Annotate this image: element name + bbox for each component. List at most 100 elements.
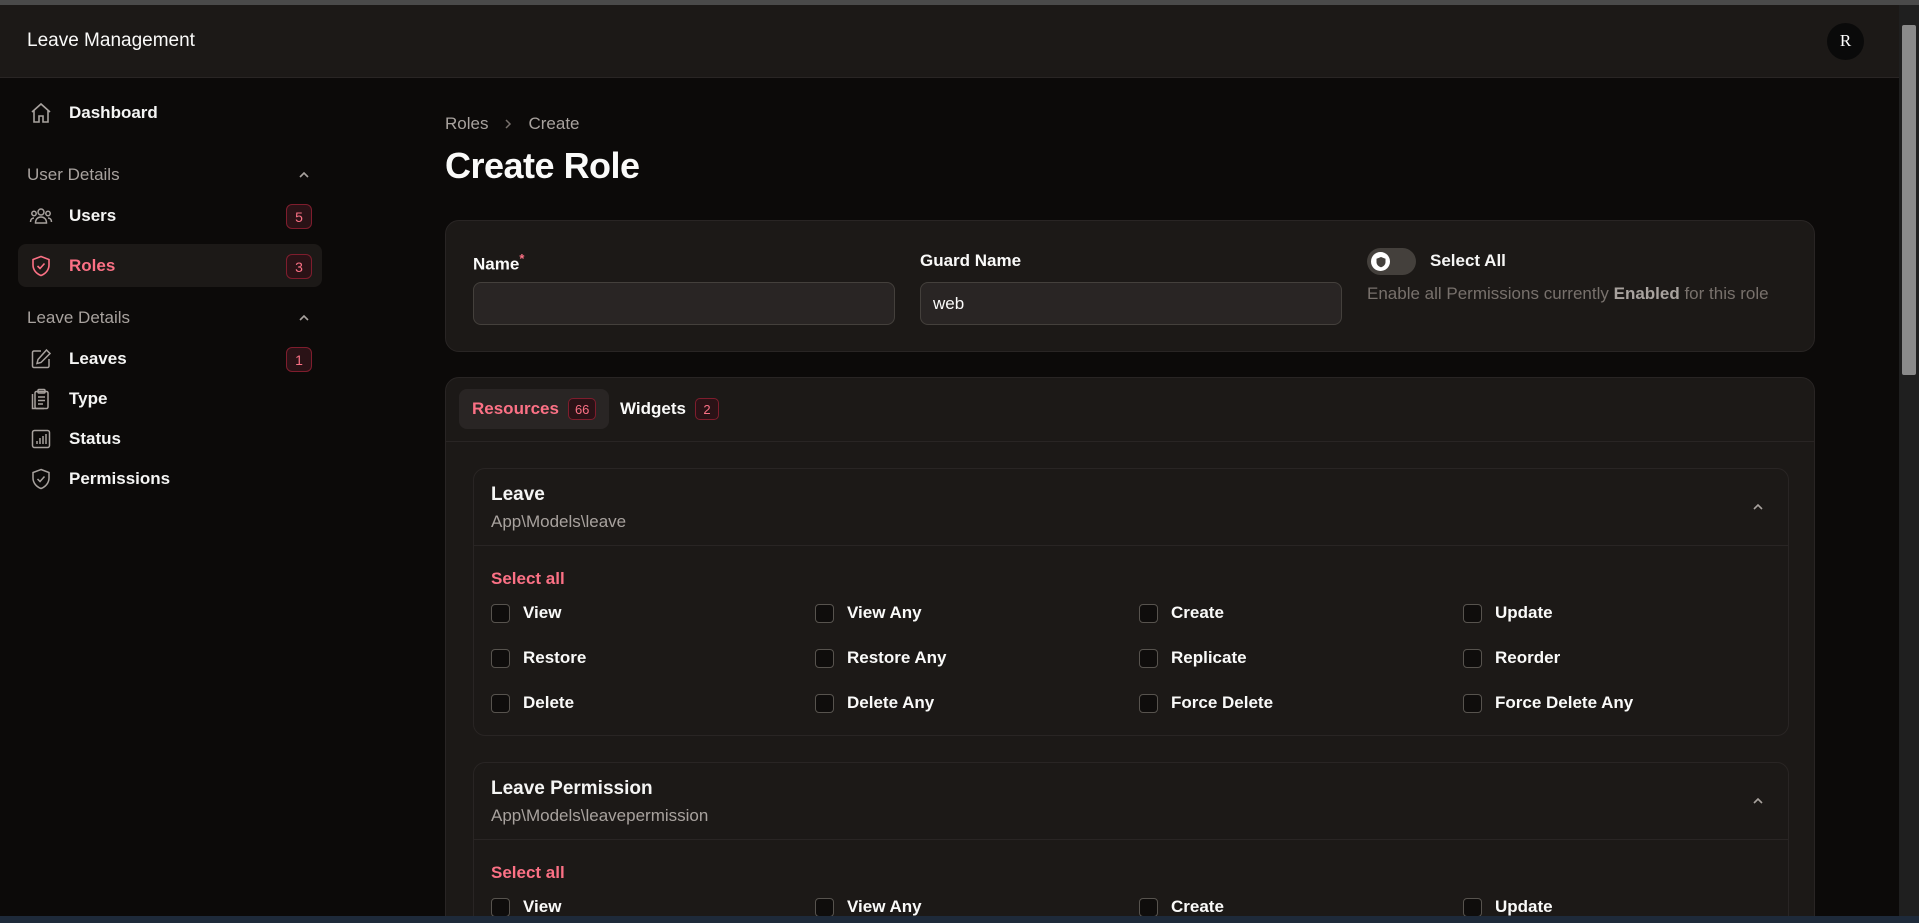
checkbox[interactable]	[1139, 648, 1158, 668]
checkbox[interactable]	[1139, 603, 1158, 623]
section-model-path: App\Models\leave	[491, 512, 627, 531]
guard-name-label: Guard Name	[920, 251, 1022, 270]
page-scrollbar[interactable]	[1899, 5, 1919, 918]
permission-label: Create	[1171, 603, 1224, 622]
app-title[interactable]: Leave Management	[27, 30, 195, 52]
sidebar-item-status[interactable]: Status	[18, 417, 322, 460]
permission-label: Reorder	[1495, 648, 1561, 667]
sidebar: Dashboard User Details Users 5 Roles 3 L…	[0, 79, 340, 916]
sidebar-item-label: Status	[69, 428, 121, 448]
count-badge: 5	[286, 204, 312, 229]
name-field-label: Name*	[473, 251, 524, 275]
sidebar-group-label: User Details	[27, 165, 120, 184]
home-icon	[28, 100, 54, 126]
permission-checkbox[interactable]: Restore	[491, 648, 586, 668]
checkbox[interactable]	[491, 603, 510, 623]
permission-checkbox[interactable]: Delete Any	[815, 693, 934, 713]
select-all-label: Select All	[1430, 251, 1506, 270]
select-all-link[interactable]: Select all	[491, 863, 565, 883]
tab-count-badge: 66	[567, 398, 597, 420]
resource-section-leave-permission: Leave Permission App\Models\leavepermiss…	[473, 762, 1789, 923]
chevron-up-icon[interactable]	[1750, 499, 1766, 515]
clipboard-icon	[28, 386, 54, 412]
tab-resources[interactable]: Resources 66	[459, 389, 610, 429]
sidebar-item-users[interactable]: Users 5	[18, 194, 322, 237]
chart-bar-icon	[28, 426, 54, 452]
checkbox[interactable]	[815, 897, 834, 917]
help-text-prefix: Enable all Permissions currently	[1367, 284, 1614, 303]
checkbox[interactable]	[491, 648, 510, 668]
breadcrumb-roles-link[interactable]: Roles	[445, 114, 488, 134]
checkbox[interactable]	[815, 693, 834, 713]
permission-checkbox[interactable]: Create	[1139, 603, 1224, 623]
toggle-knob	[1371, 252, 1390, 271]
tabs-bar: Resources 66 Widgets 2	[446, 378, 1814, 442]
role-details-card: Name* Guard Name Select All Enable all P…	[445, 220, 1815, 352]
count-badge: 1	[286, 347, 312, 372]
chevron-up-icon[interactable]	[1750, 793, 1766, 809]
tab-label: Widgets	[620, 399, 686, 418]
permission-checkbox[interactable]: View Any	[815, 897, 922, 917]
users-icon	[28, 203, 54, 229]
permission-checkbox[interactable]: Create	[1139, 897, 1224, 917]
checkbox[interactable]	[491, 897, 510, 917]
permission-checkbox[interactable]: Reorder	[1463, 648, 1560, 668]
permission-checkbox[interactable]: Update	[1463, 603, 1553, 623]
permission-checkbox[interactable]: Update	[1463, 897, 1553, 917]
permission-checkbox[interactable]: Replicate	[1139, 648, 1247, 668]
section-header[interactable]: Leave Permission App\Models\leavepermiss…	[474, 763, 1788, 840]
checkbox[interactable]	[815, 648, 834, 668]
permission-label: View	[523, 603, 562, 622]
permission-checkbox[interactable]: Force Delete	[1139, 693, 1273, 713]
select-all-link[interactable]: Select all	[491, 569, 565, 589]
sidebar-item-leaves[interactable]: Leaves 1	[18, 337, 322, 380]
checkbox[interactable]	[1463, 648, 1482, 668]
sidebar-item-type[interactable]: Type	[18, 377, 322, 420]
checkbox[interactable]	[1139, 897, 1158, 917]
tab-count-badge: 2	[694, 398, 719, 420]
avatar[interactable]: R	[1827, 22, 1864, 60]
sidebar-item-dashboard[interactable]: Dashboard	[18, 91, 322, 134]
sidebar-item-label: Type	[69, 388, 108, 408]
checkbox[interactable]	[1463, 693, 1482, 713]
permission-checkbox[interactable]: Force Delete Any	[1463, 693, 1633, 713]
permission-label: Restore Any	[847, 648, 947, 667]
checkbox[interactable]	[1463, 603, 1482, 623]
sidebar-item-label: Permissions	[69, 468, 171, 488]
breadcrumb-current: Create	[528, 114, 580, 133]
sidebar-group-leave-details[interactable]: Leave Details	[27, 308, 312, 328]
permission-label: Force Delete Any	[1495, 693, 1634, 712]
tab-label: Resources	[472, 399, 559, 418]
permission-checkbox[interactable]: Delete	[491, 693, 574, 713]
permission-label: Delete Any	[847, 693, 935, 712]
permission-checkbox[interactable]: View	[491, 897, 561, 917]
permission-checkbox[interactable]: Restore Any	[815, 648, 947, 668]
taskbar-strip	[0, 916, 1919, 923]
permission-label: View Any	[847, 897, 922, 916]
name-input[interactable]	[473, 282, 895, 325]
section-model-path: App\Models\leavepermission	[491, 806, 709, 825]
guard-name-input[interactable]	[920, 282, 1342, 325]
scrollbar-thumb[interactable]	[1902, 25, 1916, 375]
sidebar-item-label: Dashboard	[69, 102, 158, 122]
select-all-toggle[interactable]	[1367, 248, 1416, 275]
count-badge: 3	[286, 254, 312, 279]
checkbox[interactable]	[1139, 693, 1158, 713]
sidebar-group-user-details[interactable]: User Details	[27, 165, 312, 185]
permission-checkbox[interactable]: View	[491, 603, 561, 623]
name-label-text: Name	[473, 254, 520, 274]
sidebar-group-label: Leave Details	[27, 308, 131, 327]
top-bar: Leave Management R	[0, 5, 1899, 78]
resource-section-leave: Leave App\Models\leave Select all View V…	[473, 468, 1789, 736]
sidebar-item-roles[interactable]: Roles 3	[18, 244, 322, 287]
sidebar-item-permissions[interactable]: Permissions	[18, 457, 322, 500]
checkbox[interactable]	[491, 693, 510, 713]
help-text-bold: Enabled	[1613, 284, 1680, 303]
tab-widgets[interactable]: Widgets 2	[607, 389, 732, 429]
sidebar-item-label: Users	[69, 205, 117, 225]
checkbox[interactable]	[815, 603, 834, 623]
permission-checkbox[interactable]: View Any	[815, 603, 922, 623]
section-header[interactable]: Leave App\Models\leave	[474, 469, 1788, 546]
checkbox[interactable]	[1463, 897, 1482, 917]
breadcrumb: Roles Create	[445, 114, 580, 134]
